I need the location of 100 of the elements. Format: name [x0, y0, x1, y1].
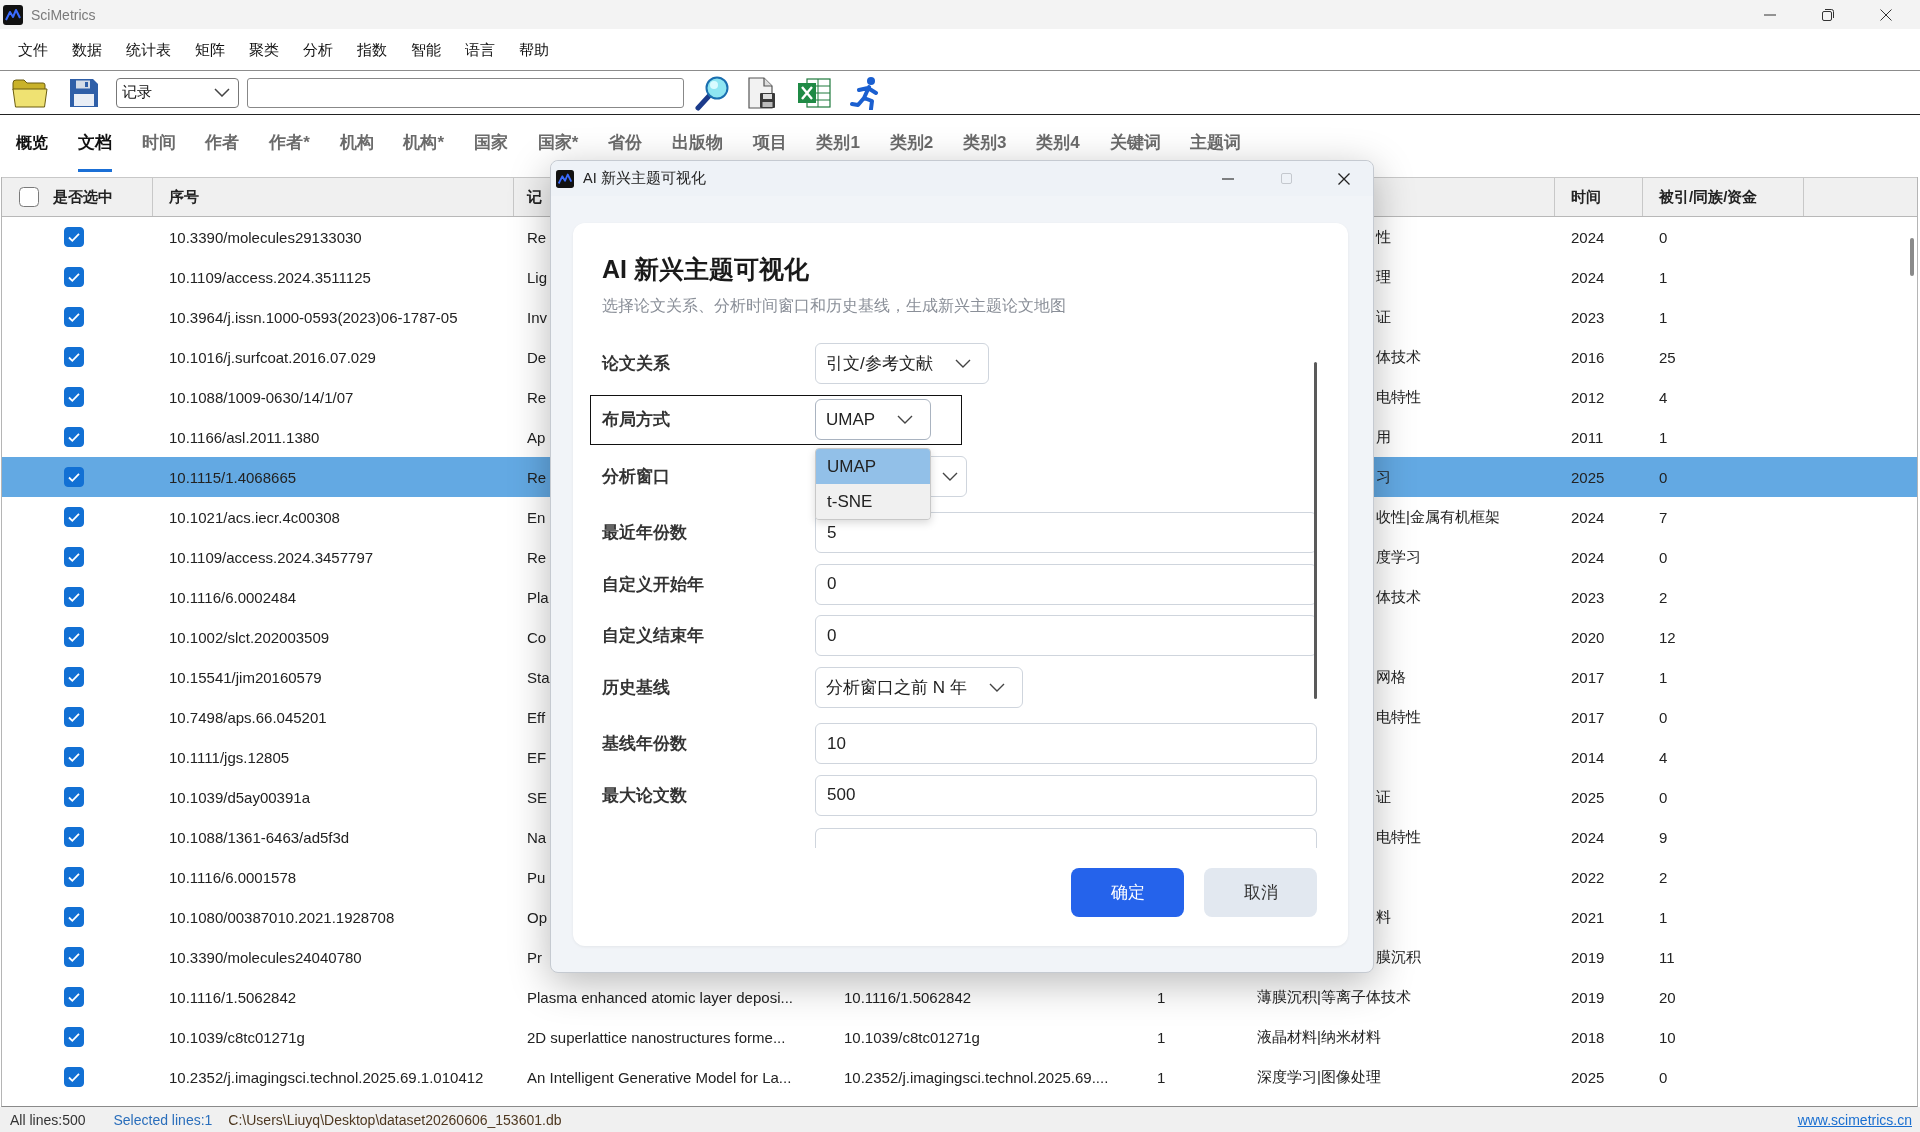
menu-item[interactable]: 分析	[291, 39, 345, 60]
year-text: 2019	[1571, 948, 1605, 966]
column-header[interactable]: 时间	[1571, 187, 1601, 207]
menu-item[interactable]: 文件	[6, 39, 60, 60]
citation-count: 10	[1659, 1028, 1676, 1046]
checkbox[interactable]	[64, 267, 84, 287]
tab[interactable]: 文档	[77, 133, 112, 172]
year-text: 2024	[1571, 268, 1605, 286]
doi-text: 10.1088/1009-0630/14/1/07	[169, 388, 354, 406]
tab[interactable]: 机构	[339, 133, 374, 172]
document-save-icon[interactable]	[748, 76, 776, 109]
website-link[interactable]: www.scimetrics.cn	[1797, 1111, 1912, 1128]
citation-count: 1	[1659, 268, 1668, 286]
checkbox[interactable]	[64, 747, 84, 767]
title-text: Re	[527, 468, 547, 486]
citation-count: 1	[1659, 428, 1668, 446]
checkbox[interactable]	[64, 867, 84, 887]
confirm-button[interactable]: 确定	[1071, 868, 1184, 917]
field-label: 基线年份数	[602, 733, 688, 755]
chevron-icon	[988, 682, 1005, 692]
year-text: 2024	[1571, 228, 1605, 246]
menu-item[interactable]: 指数	[345, 39, 399, 60]
cancel-button[interactable]: 取消	[1204, 868, 1317, 917]
menu-item[interactable]: 数据	[60, 39, 114, 60]
tab[interactable]: 国家	[473, 133, 508, 172]
checkbox[interactable]	[64, 627, 84, 647]
input-field[interactable]: 5	[815, 512, 1317, 553]
search-icon[interactable]	[694, 74, 730, 111]
checkbox[interactable]	[64, 947, 84, 967]
input-field[interactable]	[815, 827, 1317, 848]
tab[interactable]: 作者*	[269, 133, 310, 172]
checkbox[interactable]	[64, 1067, 84, 1087]
menu-item[interactable]: 帮助	[507, 39, 561, 60]
input-field[interactable]: 10	[815, 723, 1317, 764]
citation-count: 1	[1659, 908, 1668, 926]
scrollbar-thumb[interactable]	[1314, 362, 1317, 699]
checkbox[interactable]	[64, 347, 84, 367]
dropdown[interactable]: 分析窗口之前 N 年	[815, 666, 1023, 708]
close-icon	[1338, 172, 1350, 185]
tab[interactable]: 作者	[205, 133, 240, 172]
input-field[interactable]: 0	[815, 615, 1317, 656]
input-field[interactable]: 500	[815, 774, 1317, 816]
checkbox[interactable]	[64, 547, 84, 567]
checkbox[interactable]	[64, 787, 84, 807]
spreadsheet-icon[interactable]	[797, 77, 831, 108]
search-field[interactable]	[247, 77, 684, 108]
checkbox[interactable]	[64, 467, 84, 487]
column-header[interactable]: 被引/同族/资金	[1659, 187, 1758, 207]
column-header[interactable]: 是否选中	[53, 187, 113, 207]
checkbox[interactable]	[64, 1027, 84, 1047]
doi-text: 10.1116/1.5062842	[169, 988, 297, 1006]
checkbox[interactable]	[64, 587, 84, 607]
citation-count: 11	[1659, 948, 1675, 966]
dropdown-option[interactable]: UMAP	[816, 449, 931, 484]
title-text: EF	[527, 748, 547, 766]
dropdown[interactable]: UMAP	[815, 399, 932, 440]
input-field[interactable]: 0	[815, 563, 1317, 605]
minimize-icon	[1222, 177, 1234, 180]
checkbox[interactable]	[64, 387, 84, 407]
scrollbar-thumb[interactable]	[1910, 238, 1914, 276]
folder-icon[interactable]	[12, 77, 48, 108]
doi-text: 10.1166/asl.2011.1380	[169, 428, 320, 446]
checkbox[interactable]	[64, 227, 84, 247]
count-text: 1	[1157, 988, 1166, 1006]
checkbox[interactable]	[64, 907, 84, 927]
menu-item[interactable]: 语言	[453, 39, 507, 60]
citation-count: 0	[1659, 708, 1668, 726]
year-text: 2024	[1571, 548, 1605, 566]
citation-count: 0	[1659, 1068, 1668, 1086]
app-logo-icon	[556, 169, 574, 188]
menu-item[interactable]: 智能	[399, 39, 453, 60]
running-person-icon[interactable]	[850, 75, 881, 110]
dropdown-option[interactable]: t-SNE	[816, 484, 931, 519]
checkbox[interactable]	[64, 667, 84, 687]
checkbox[interactable]	[64, 507, 84, 527]
menu-item[interactable]: 统计表	[114, 39, 183, 60]
tab[interactable]: 概览	[16, 133, 48, 172]
checkbox[interactable]	[64, 427, 84, 447]
select-all-checkbox[interactable]	[19, 187, 39, 207]
record-type-dropdown[interactable]: 记录	[116, 77, 239, 108]
doi-text: 10.3390/molecules24040780	[169, 948, 362, 966]
checkbox[interactable]	[64, 987, 84, 1007]
checkbox[interactable]	[64, 307, 84, 327]
keyword-text: 电特性	[1376, 387, 1421, 407]
tab[interactable]: 时间	[141, 133, 176, 172]
year-text: 2017	[1571, 668, 1605, 686]
title-text: 2D superlattice nanostructures forme...	[527, 1028, 786, 1046]
menu-item[interactable]: 聚类	[237, 39, 291, 60]
tab[interactable]: 机构*	[403, 133, 445, 172]
year-text: 2023	[1571, 588, 1605, 606]
checkbox[interactable]	[64, 707, 84, 727]
year-text: 2025	[1571, 788, 1605, 806]
checkbox[interactable]	[64, 827, 84, 847]
column-header[interactable]: 记	[527, 187, 542, 207]
column-header[interactable]: 序号	[169, 187, 199, 207]
menu-item[interactable]: 矩阵	[183, 39, 237, 60]
title-text: En	[527, 508, 546, 526]
dropdown[interactable]: 引文/参考文献	[815, 342, 989, 384]
title-text: De	[527, 348, 547, 366]
save-icon[interactable]	[70, 78, 98, 107]
